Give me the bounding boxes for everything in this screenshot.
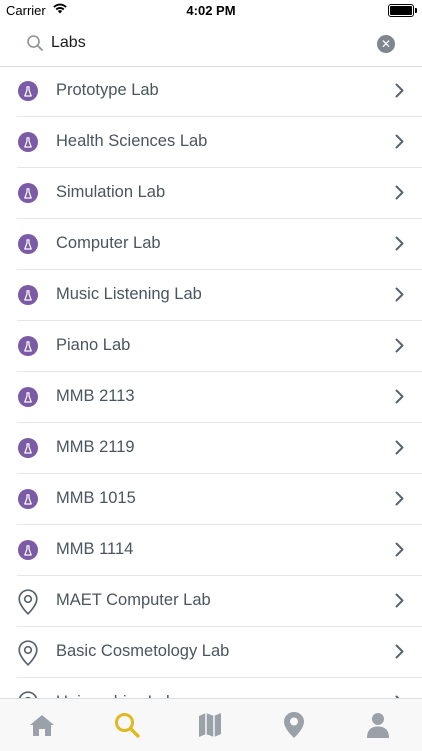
- result-row[interactable]: MMB 2113: [0, 372, 422, 423]
- chevron-right-icon: [395, 440, 404, 460]
- result-label: Prototype Lab: [56, 81, 159, 100]
- tab-search[interactable]: [111, 709, 143, 741]
- clear-search-button[interactable]: ✕: [377, 35, 395, 53]
- result-row[interactable]: Unigraphics Lab: [0, 678, 422, 698]
- chevron-right-icon: [395, 542, 404, 562]
- result-label: Piano Lab: [56, 336, 130, 355]
- result-label: MMB 1114: [56, 540, 133, 559]
- tab-places[interactable]: [278, 709, 310, 741]
- lab-flask-icon: [18, 336, 38, 356]
- result-label: Music Listening Lab: [56, 285, 202, 304]
- location-pin-icon: [18, 640, 38, 671]
- result-row[interactable]: Health Sciences Lab: [0, 117, 422, 168]
- lab-flask-icon: [18, 387, 38, 407]
- location-pin-icon: [18, 589, 38, 620]
- lab-flask-icon: [18, 540, 38, 560]
- result-label: Simulation Lab: [56, 183, 165, 202]
- result-label: Basic Cosmetology Lab: [56, 642, 229, 661]
- result-row[interactable]: MMB 2119: [0, 423, 422, 474]
- location-pin-icon: [18, 691, 38, 698]
- result-label: Health Sciences Lab: [56, 132, 207, 151]
- result-row[interactable]: Prototype Lab: [0, 66, 422, 117]
- battery-icon: [388, 4, 414, 17]
- lab-flask-icon: [18, 489, 38, 509]
- result-row[interactable]: Music Listening Lab: [0, 270, 422, 321]
- map-icon: [198, 712, 222, 738]
- result-row[interactable]: MMB 1015: [0, 474, 422, 525]
- chevron-right-icon: [395, 644, 404, 664]
- chevron-right-icon: [395, 134, 404, 154]
- tab-map[interactable]: [194, 709, 226, 741]
- lab-flask-icon: [18, 81, 38, 101]
- results-list: Prototype Lab Health Sciences Lab Simulati…: [0, 66, 422, 698]
- result-label: MMB 2119: [56, 438, 135, 457]
- result-row[interactable]: Piano Lab: [0, 321, 422, 372]
- result-row[interactable]: MAET Computer Lab: [0, 576, 422, 627]
- status-bar: Carrier 4:02 PM: [0, 0, 422, 22]
- chevron-right-icon: [395, 185, 404, 205]
- location-pin-icon: [283, 711, 305, 739]
- home-icon: [29, 713, 55, 737]
- chevron-right-icon: [395, 236, 404, 256]
- result-label: Computer Lab: [56, 234, 161, 253]
- lab-flask-icon: [18, 234, 38, 254]
- result-label: MMB 1015: [56, 489, 136, 508]
- result-row[interactable]: Simulation Lab: [0, 168, 422, 219]
- tab-bar: [0, 698, 422, 751]
- chevron-right-icon: [395, 287, 404, 307]
- lab-flask-icon: [18, 183, 38, 203]
- search-icon: [113, 711, 141, 739]
- lab-flask-icon: [18, 438, 38, 458]
- result-label: MAET Computer Lab: [56, 591, 211, 610]
- chevron-right-icon: [395, 491, 404, 511]
- search-input[interactable]: Labs: [51, 34, 86, 52]
- lab-flask-icon: [18, 132, 38, 152]
- clock-time: 4:02 PM: [0, 3, 422, 18]
- result-row[interactable]: Computer Lab: [0, 219, 422, 270]
- chevron-right-icon: [395, 389, 404, 409]
- chevron-right-icon: [395, 83, 404, 103]
- person-icon: [367, 712, 389, 738]
- chevron-right-icon: [395, 338, 404, 358]
- lab-flask-icon: [18, 285, 38, 305]
- chevron-right-icon: [395, 593, 404, 613]
- result-label: MMB 2113: [56, 387, 135, 406]
- search-bar[interactable]: Labs ✕: [0, 22, 422, 67]
- search-icon: [26, 34, 44, 57]
- tab-profile[interactable]: [362, 709, 394, 741]
- result-row[interactable]: MMB 1114: [0, 525, 422, 576]
- tab-home[interactable]: [26, 709, 58, 741]
- result-row[interactable]: Basic Cosmetology Lab: [0, 627, 422, 678]
